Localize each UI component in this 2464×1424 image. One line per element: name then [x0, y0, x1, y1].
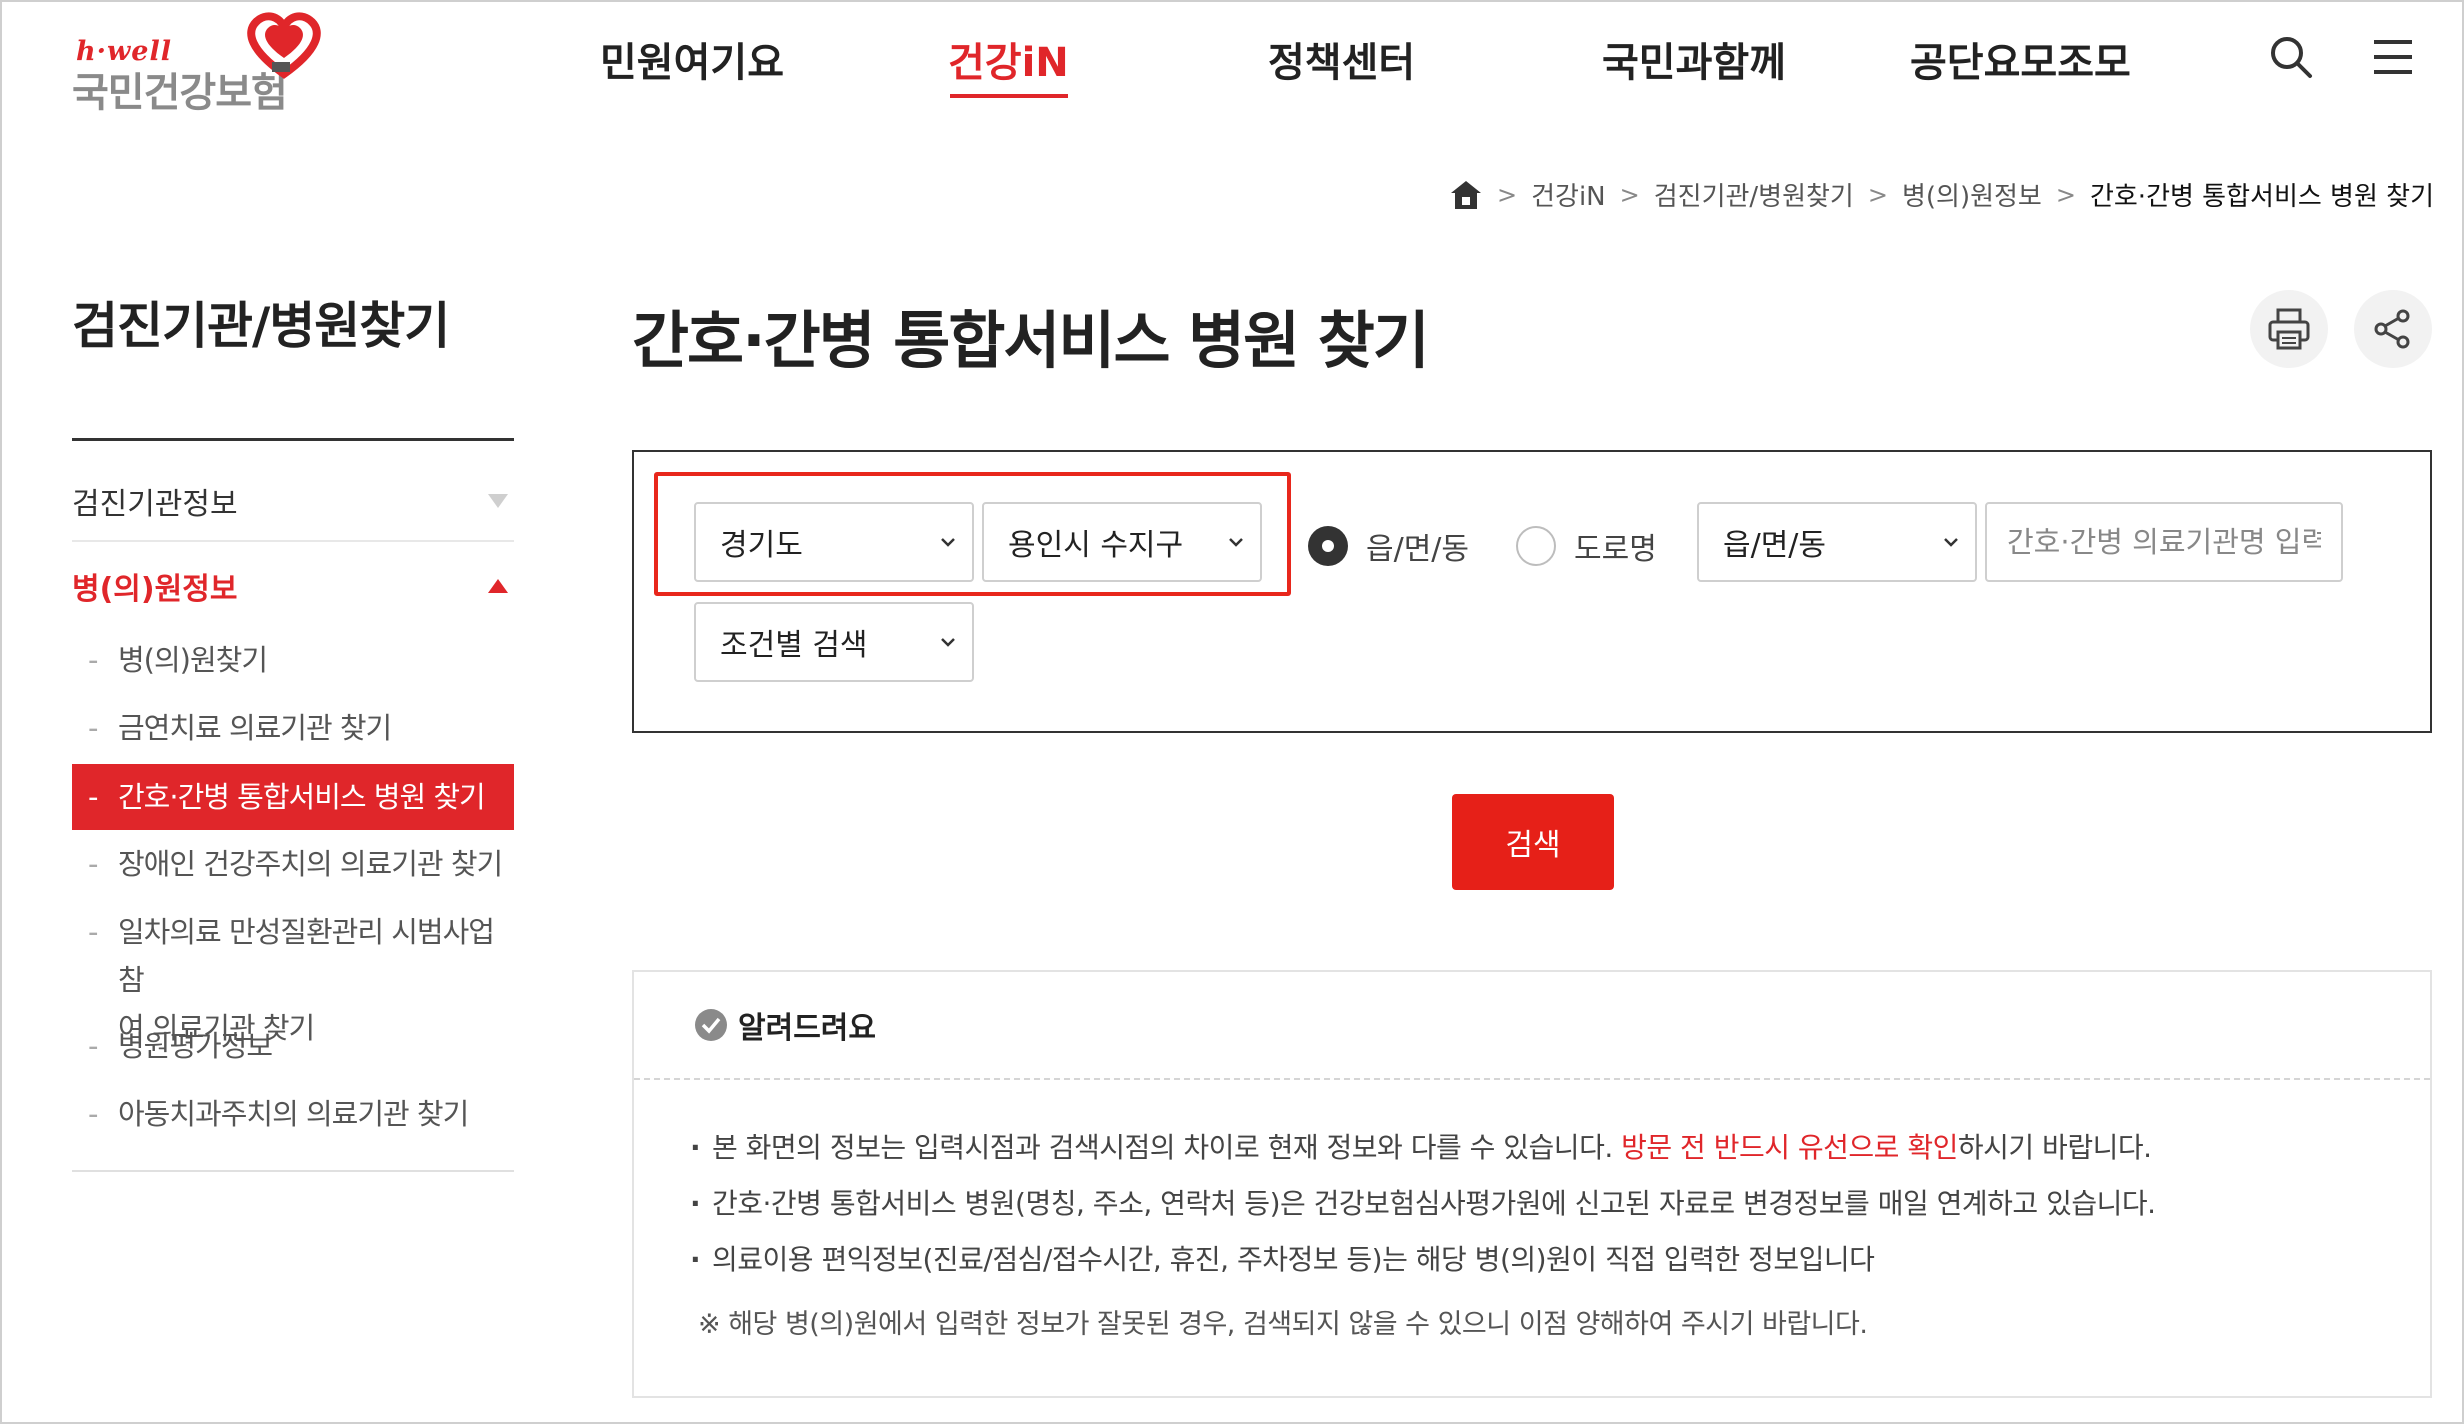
nav-item-policy[interactable]: 정책센터	[1268, 30, 1415, 88]
sidebar-sub-label: 일차의료 만성질환관리 시범사업 참	[118, 915, 495, 997]
sidebar-sub-label: 아동치과주치의 의료기관 찾기	[118, 1097, 469, 1131]
sidebar-category-checkup[interactable]: 검진기관정보	[72, 462, 514, 542]
notice-highlight-text: 방문 전 반드시 유선으로 확인	[1621, 1131, 1958, 1164]
breadcrumb-item[interactable]: 검진기관/병원찾기	[1654, 176, 1854, 213]
caret-down-icon	[488, 494, 508, 508]
home-icon[interactable]	[1449, 179, 1483, 211]
sidebar-sub-item[interactable]: - 장애인 건강주치의 의료기관 찾기	[72, 840, 514, 888]
chevron-down-icon	[1944, 538, 1958, 547]
sidebar-divider	[72, 438, 514, 441]
dong-select[interactable]: 읍/면/동	[1697, 502, 1977, 582]
dash-icon: -	[88, 1029, 99, 1063]
nav-item-health-in[interactable]: 건강iN	[948, 30, 1069, 88]
condition-select-value: 조건별 검색	[720, 628, 868, 663]
notice-item: 본 화면의 정보는 입력시점과 검색시점의 차이로 현재 정보와 다를 수 있습…	[690, 1120, 2156, 1176]
sidebar-sub-label: 병원평가정보	[118, 1029, 273, 1063]
condition-select[interactable]: 조건별 검색	[694, 602, 974, 682]
hamburger-menu-icon[interactable]	[2370, 34, 2416, 80]
sidebar-sub-label: 금연치료 의료기관 찾기	[118, 711, 392, 745]
nav-active-underline	[950, 94, 1068, 98]
print-button[interactable]	[2250, 290, 2328, 368]
radio-eup-myeon-dong[interactable]: 읍/면/동	[1308, 524, 1469, 568]
site-logo[interactable]: h·well 국민건강보험	[72, 10, 372, 116]
sidebar-sub-item[interactable]: - 병(의)원찾기	[72, 636, 514, 684]
dash-icon: -	[88, 915, 99, 949]
page-title: 간호·간병 통합서비스 병원 찾기	[632, 304, 1430, 377]
sidebar-title: 검진기관/병원찾기	[72, 297, 450, 355]
notice-header: 알려드려요	[634, 972, 2430, 1080]
dong-select-value: 읍/면/동	[1723, 528, 1827, 563]
sidebar-category-hospital[interactable]: 병(의)원정보	[72, 546, 514, 626]
nav-item-civil[interactable]: 민원여기요	[600, 30, 784, 88]
breadcrumb-item[interactable]: 병(의)원정보	[1902, 176, 2042, 213]
nav-item-about[interactable]: 공단요모조모	[1910, 30, 2131, 88]
dash-icon: -	[88, 711, 99, 745]
breadcrumb-separator: >	[1867, 180, 1888, 209]
sidebar-sub-label: 병(의)원찾기	[118, 643, 268, 677]
sidebar-bottom-divider	[72, 1170, 514, 1172]
radio-unchecked-icon	[1516, 526, 1556, 566]
sidebar-category-label: 검진기관정보	[72, 487, 238, 522]
chevron-down-icon	[941, 638, 955, 647]
share-icon	[2374, 309, 2410, 349]
notice-list: 본 화면의 정보는 입력시점과 검색시점의 차이로 현재 정보와 다를 수 있습…	[690, 1120, 2156, 1288]
sidebar-sub-label: 장애인 건강주치의 의료기관 찾기	[118, 847, 503, 881]
share-button[interactable]	[2354, 290, 2432, 368]
breadcrumb-separator: >	[1619, 180, 1640, 209]
nav-item-with-people[interactable]: 국민과함께	[1602, 30, 1786, 88]
dash-icon: -	[88, 643, 99, 677]
radio-road-name[interactable]: 도로명	[1516, 524, 1657, 568]
sidebar-category-label: 병(의)원정보	[72, 572, 238, 607]
search-icon[interactable]	[2268, 34, 2314, 80]
radio-checked-icon	[1308, 526, 1348, 566]
notice-text: 하시기 바랍니다.	[1957, 1131, 2152, 1164]
notice-text: 본 화면의 정보는 입력시점과 검색시점의 차이로 현재 정보와 다를 수 있습…	[712, 1131, 1622, 1164]
breadcrumb-separator: >	[2055, 180, 2076, 209]
notice-item: 간호·간병 통합서비스 병원(명칭, 주소, 연락처 등)은 건강보험심사평가원…	[690, 1176, 2156, 1232]
notice-item: 의료이용 편익정보(진료/점심/접수시간, 휴진, 주차정보 등)는 해당 병(…	[690, 1232, 2156, 1288]
dash-icon: -	[88, 780, 99, 814]
radio-label: 도로명	[1574, 532, 1657, 567]
breadcrumb-current: 간호·간병 통합서비스 병원 찾기	[2089, 182, 2434, 212]
breadcrumb: > 건강iN > 검진기관/병원찾기 > 병(의)원정보 > 간호·간병 통합서…	[1449, 176, 2434, 213]
search-button[interactable]: 검색	[1452, 794, 1614, 890]
hospital-name-input[interactable]	[1985, 502, 2343, 582]
sidebar-sub-item[interactable]: - 금연치료 의료기관 찾기	[72, 704, 514, 752]
check-circle-icon	[695, 1009, 727, 1041]
sidebar-sub-item-active[interactable]: - 간호·간병 통합서비스 병원 찾기	[72, 764, 514, 830]
sidebar-sub-label: 간호·간병 통합서비스 병원 찾기	[118, 780, 486, 814]
region-select-highlight	[654, 472, 1291, 596]
breadcrumb-separator: >	[1497, 180, 1518, 209]
print-icon	[2268, 308, 2310, 350]
caret-up-icon	[488, 579, 508, 593]
notice-note: ※ 해당 병(의)원에서 입력한 정보가 잘못된 경우, 검색되지 않을 수 있…	[698, 1309, 1868, 1340]
notice-panel: 알려드려요 본 화면의 정보는 입력시점과 검색시점의 차이로 현재 정보와 다…	[632, 970, 2432, 1398]
heart-icon	[247, 12, 321, 79]
dash-icon: -	[88, 847, 99, 881]
sidebar-sub-item[interactable]: - 병원평가정보	[72, 1022, 514, 1070]
breadcrumb-item[interactable]: 건강iN	[1531, 176, 1606, 213]
radio-label: 읍/면/동	[1366, 532, 1470, 567]
dash-icon: -	[88, 1097, 99, 1131]
sidebar-sub-item[interactable]: - 아동치과주치의 의료기관 찾기	[72, 1090, 514, 1138]
notice-title: 알려드려요	[738, 1011, 876, 1046]
